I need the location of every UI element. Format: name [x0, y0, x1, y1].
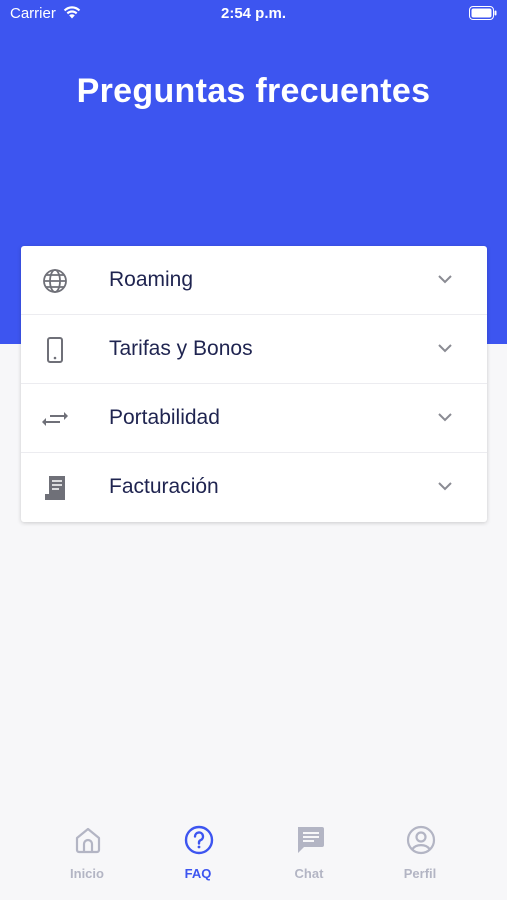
tab-inicio[interactable]: Inicio	[32, 806, 142, 896]
faq-card: Roaming Tarifas y Bonos Portabilidad Fac…	[21, 246, 487, 522]
page-title: Preguntas frecuentes	[76, 72, 431, 110]
faq-item-roaming[interactable]: Roaming	[21, 246, 487, 315]
chevron-down-icon	[438, 344, 452, 353]
home-icon	[75, 827, 101, 854]
tab-label: Inicio	[70, 866, 104, 881]
tab-faq[interactable]: FAQ	[143, 806, 253, 896]
status-bar: Carrier 2:54 p.m.	[0, 0, 507, 28]
help-circle-icon	[184, 825, 214, 855]
tab-perfil[interactable]: Perfil	[365, 806, 475, 896]
globe-icon	[43, 269, 67, 293]
chevron-down-icon	[438, 275, 452, 284]
faq-item-label: Tarifas y Bonos	[109, 337, 253, 360]
swap-arrows-icon	[42, 412, 68, 426]
chevron-down-icon	[438, 413, 452, 422]
faq-item-label: Roaming	[109, 268, 194, 291]
chat-icon	[298, 827, 324, 853]
tab-bar: Inicio FAQ Chat Perfil	[0, 806, 507, 900]
faq-item-tarifas[interactable]: Tarifas y Bonos	[21, 315, 487, 384]
tab-label: FAQ	[184, 866, 212, 881]
tab-label: Chat	[294, 866, 324, 881]
faq-item-label: Facturación	[109, 475, 219, 498]
smartphone-icon	[47, 337, 63, 363]
status-time: 2:54 p.m.	[220, 5, 287, 22]
tab-label: Perfil	[403, 866, 437, 881]
faq-item-portabilidad[interactable]: Portabilidad	[21, 384, 487, 453]
faq-item-facturacion[interactable]: Facturación	[21, 453, 487, 522]
tab-chat[interactable]: Chat	[254, 806, 364, 896]
faq-item-label: Portabilidad	[109, 406, 220, 429]
profile-icon	[406, 825, 436, 855]
chevron-down-icon	[438, 482, 452, 491]
battery-icon	[469, 6, 497, 20]
receipt-icon	[45, 476, 65, 500]
